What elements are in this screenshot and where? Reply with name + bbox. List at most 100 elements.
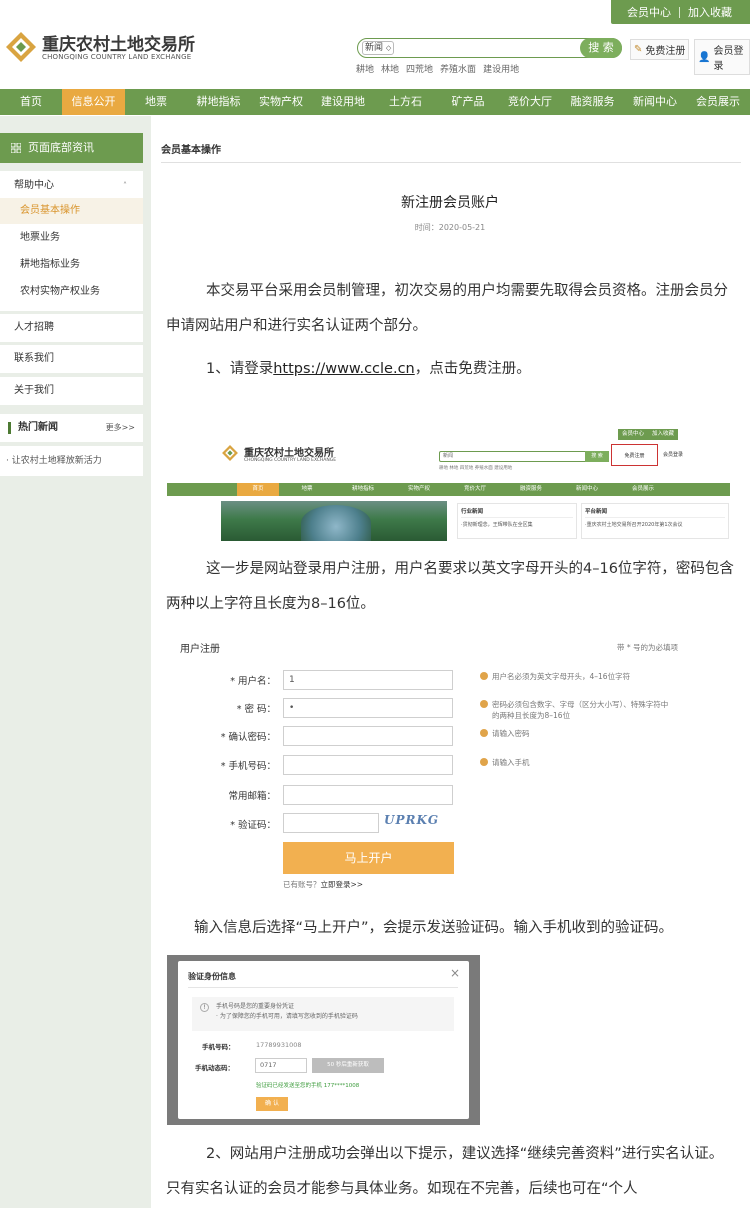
ss2-field-input bbox=[283, 726, 453, 746]
ss2-login-link: 立即登录>> bbox=[320, 880, 364, 889]
paragraph-text: 本交易平台采用会员制管理，初次交易的用户均需要先取得会员资格。注册会员分申请网站… bbox=[166, 283, 728, 334]
hot-news-header: 热门新闻 更多>> bbox=[0, 414, 143, 442]
ss-nav-item: 首页 bbox=[237, 483, 279, 496]
logo-english-name: CHONGQING COUNTRY LAND EXCHANGE bbox=[42, 53, 192, 61]
hot-news-title: 热门新闻 bbox=[18, 422, 58, 433]
ss-member-links: 会员中心 加入收藏 bbox=[617, 429, 678, 440]
ss-globe bbox=[301, 505, 371, 541]
sidebar-item-land-ticket[interactable]: 地票业务 bbox=[0, 225, 143, 251]
nav-item-earth-stone[interactable]: 土方石 bbox=[374, 89, 437, 115]
ss-logo-icon bbox=[222, 445, 238, 461]
ss3-title: 验证身份信息 bbox=[188, 972, 236, 981]
ss-nav-item: 地票 bbox=[301, 486, 313, 492]
ss3-code-input: 0717 bbox=[255, 1058, 307, 1073]
paragraph-text: 这一步是网站登录用户注册，用户名要求以英文字母开头的4–16位字符，密码包含两种… bbox=[166, 561, 734, 612]
sidebar-item-recruitment[interactable]: 人才招聘 bbox=[0, 314, 143, 342]
nav-item-news-center[interactable]: 新闻中心 bbox=[624, 89, 686, 115]
sidebar-item-rural-property[interactable]: 农村实物产权业务 bbox=[0, 279, 143, 305]
nav-item-land-ticket[interactable]: 地票 bbox=[125, 89, 187, 115]
ss2-login-prefix: 已有账号？ bbox=[283, 880, 321, 889]
ss3-resend-button: 50 秒后重新获取 bbox=[312, 1058, 384, 1073]
sidebar-item-contact[interactable]: 联系我们 bbox=[0, 345, 143, 373]
search-type-value: 新闻 bbox=[365, 43, 384, 53]
register-label: 免费注册 bbox=[645, 46, 686, 57]
paragraph-step2: 2、网站用户注册成功会弹出以下提示，建议选择“继续完善资料”进行实名认证。只有实… bbox=[166, 1137, 736, 1207]
ss2-field-label: * 确认密码： bbox=[220, 732, 276, 743]
sidebar-item-about[interactable]: 关于我们 bbox=[0, 377, 143, 405]
ss-panel-title: 平台新闻 bbox=[585, 507, 725, 518]
quick-link[interactable]: 林地 bbox=[381, 62, 399, 75]
quick-link[interactable]: 四荒地 bbox=[406, 62, 433, 75]
paragraph-text: 输入信息后选择“马上开户”，会提示发送验证码。输入手机收到的验证码。 bbox=[194, 920, 674, 936]
search-input[interactable] bbox=[398, 40, 573, 56]
sidebar-title: 页面底部资讯 bbox=[28, 141, 94, 154]
ss2-hint-text: 请输入密码 bbox=[492, 729, 530, 738]
ss2-hint: 用户名必须为英文字母开头，4–16位字符 bbox=[480, 671, 680, 682]
ss-platform-news-panel: 平台新闻 ·重庆农村土地交易所召开2020年第1次会议 bbox=[581, 503, 729, 539]
ss3-dialog: 验证身份信息 × ! 手机号码是您的重要身份凭证 · 为了保障您的手机可用，请填… bbox=[178, 961, 469, 1119]
ss-nav-item: 耕地指标 bbox=[351, 486, 374, 492]
quick-link[interactable]: 耕地 bbox=[356, 62, 374, 75]
nav-item-construction-land[interactable]: 建设用地 bbox=[312, 89, 374, 115]
chevron-up-icon: ˄ bbox=[123, 181, 127, 190]
ss-nav: 首页 地票 耕地指标 实物产权 竞价大厅 融资服务 新闻中心 会员展示 bbox=[167, 483, 730, 496]
ss3-code-label: 手机动态码： bbox=[195, 1064, 234, 1072]
ss2-login-line: 已有账号？立即登录>> bbox=[283, 879, 363, 890]
ccle-link[interactable]: https://www.ccle.cn bbox=[273, 361, 415, 377]
grid-icon bbox=[11, 143, 21, 153]
ss2-field-label: * 验证码： bbox=[230, 820, 276, 831]
member-login-button[interactable]: 👤 会员登录 bbox=[694, 39, 750, 75]
sidebar: 页面底部资讯 帮助中心 ˄ 会员基本操作 地票业务 耕地指标业务 农村实物产权业… bbox=[0, 116, 151, 1208]
sidebar-item-help-center[interactable]: 帮助中心 ˄ bbox=[0, 177, 143, 195]
nav-item-farmland-quota[interactable]: 耕地指标 bbox=[187, 89, 250, 115]
ss-add-favorite: 加入收藏 bbox=[651, 431, 674, 437]
nav-item-info-public[interactable]: 信息公开 bbox=[62, 89, 125, 115]
info-icon: ! bbox=[200, 1003, 209, 1012]
screenshot-registration-form: 用户注册 带 * 号的为必填项 * 用户名： 1 用户名必须为英文字母开头，4–… bbox=[166, 630, 736, 892]
sidebar-header: 页面底部资讯 bbox=[0, 133, 143, 163]
info-icon bbox=[480, 729, 488, 737]
nav-item-financing[interactable]: 融资服务 bbox=[561, 89, 624, 115]
nav-item-physical-property[interactable]: 实物产权 bbox=[250, 89, 312, 115]
ss-nav-item: 竞价大厅 bbox=[463, 486, 486, 492]
quick-link[interactable]: 建设用地 bbox=[483, 62, 519, 75]
nav-item-minerals[interactable]: 矿产品 bbox=[437, 89, 499, 115]
member-center-link[interactable]: 会员中心 bbox=[619, 4, 679, 20]
sidebar-item-member-basic[interactable]: 会员基本操作 bbox=[0, 198, 143, 224]
user-icon: 👤 bbox=[698, 51, 711, 63]
main-nav: 首页 信息公开 地票 耕地指标 实物产权 建设用地 土方石 矿产品 竞价大厅 融… bbox=[0, 89, 750, 115]
nav-item-member-showcase[interactable]: 会员展示 bbox=[686, 89, 750, 115]
ss3-notice-line: · 为了保障您的手机可用，请填写您收到的手机验证码 bbox=[216, 1013, 358, 1020]
ss-banner-image bbox=[221, 501, 447, 541]
close-icon: × bbox=[449, 966, 460, 980]
news-item[interactable]: · 让农村土地释放新活力 bbox=[0, 446, 143, 476]
ss2-field-label: * 手机号码： bbox=[220, 761, 276, 772]
more-link[interactable]: 更多>> bbox=[106, 414, 135, 442]
ss-register-label: 免费注册 bbox=[624, 453, 645, 459]
accent-bar bbox=[8, 422, 11, 434]
add-favorite-link[interactable]: 加入收藏 bbox=[680, 4, 740, 20]
paragraph-intro: 本交易平台采用会员制管理，初次交易的用户均需要先取得会员资格。注册会员分申请网站… bbox=[166, 274, 736, 344]
quick-link[interactable]: 养殖水面 bbox=[440, 62, 476, 75]
screenshot-site-header: 会员中心 加入收藏 重庆农村土地交易所 CHONGQING COUNTRY LA… bbox=[167, 425, 730, 541]
ss3-notice-line: 手机号码是您的重要身份凭证 bbox=[216, 1003, 295, 1010]
paragraph-text: 2、网站用户注册成功会弹出以下提示，建议选择“继续完善资料”进行实名认证。只有实… bbox=[166, 1146, 724, 1197]
search-button[interactable]: 搜 索 bbox=[580, 38, 622, 58]
ss-nav-item: 会员展示 bbox=[631, 486, 654, 492]
ss2-hint-text: 请输入手机 bbox=[492, 758, 530, 767]
search-type-select[interactable]: 新闻 ◇ bbox=[362, 41, 394, 55]
sidebar-item-farmland-quota[interactable]: 耕地指标业务 bbox=[0, 252, 143, 278]
ss2-field-input: 1 bbox=[283, 670, 453, 690]
ss-search-bar: 新闻 搜 索 bbox=[439, 451, 609, 462]
login-label: 会员登录 bbox=[713, 46, 744, 72]
site-logo[interactable]: 重庆农村土地交易所 CHONGQING COUNTRY LAND EXCHANG… bbox=[4, 26, 199, 68]
nav-item-bidding-hall[interactable]: 竞价大厅 bbox=[499, 89, 561, 115]
ss2-field-label: 常用邮箱： bbox=[228, 791, 276, 802]
ss2-field-label: * 用户名： bbox=[230, 676, 276, 687]
free-register-button[interactable]: ✎ 免费注册 bbox=[630, 39, 690, 60]
info-icon bbox=[480, 672, 488, 680]
bullet-icon: · bbox=[6, 456, 9, 466]
ss-panel-text: ·贯彻新理念，王辉带队在全区集 bbox=[461, 522, 533, 528]
nav-item-home[interactable]: 首页 bbox=[0, 89, 62, 115]
quick-search-links: 耕地 林地 四荒地 养殖水面 建设用地 bbox=[356, 62, 519, 75]
